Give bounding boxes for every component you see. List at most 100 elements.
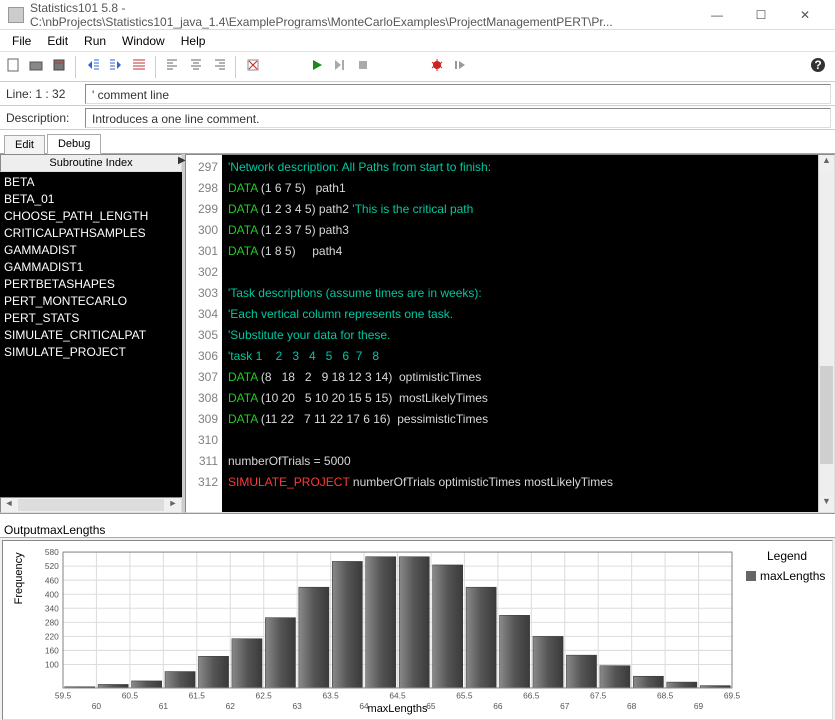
- line-number: 309: [188, 409, 218, 430]
- code-line[interactable]: [228, 262, 812, 283]
- svg-text:64.5: 64.5: [389, 690, 406, 700]
- help-icon[interactable]: ?: [809, 56, 831, 78]
- code-line[interactable]: DATA (1 6 7 5) path1: [228, 178, 812, 199]
- code-line[interactable]: DATA (1 2 3 7 5) path3: [228, 220, 812, 241]
- workarea: Subroutine Index BETABETA_01CHOOSE_PATH_…: [0, 154, 835, 514]
- code-line[interactable]: DATA (1 8 5) path4: [228, 241, 812, 262]
- line-number: 307: [188, 367, 218, 388]
- scroll-thumb-h[interactable]: [18, 499, 164, 511]
- delete-icon[interactable]: [244, 56, 266, 78]
- new-file-icon[interactable]: [4, 56, 26, 78]
- debug-icon[interactable]: [428, 56, 450, 78]
- code-editor[interactable]: 'Network description: All Paths from sta…: [222, 155, 818, 512]
- minimize-button[interactable]: —: [695, 1, 739, 29]
- run-step-icon[interactable]: [331, 56, 353, 78]
- svg-text:220: 220: [45, 632, 59, 642]
- subroutine-item[interactable]: GAMMADIST: [4, 242, 178, 259]
- legend-item: maxLengths: [746, 569, 828, 583]
- svg-text:65: 65: [426, 701, 436, 711]
- code-line[interactable]: 'Network description: All Paths from sta…: [228, 157, 812, 178]
- editor-wrap: ▶ 29729829930030130230330430530630730830…: [185, 154, 835, 513]
- stop-icon[interactable]: [354, 56, 376, 78]
- subroutine-item[interactable]: SIMULATE_PROJECT: [4, 344, 178, 361]
- subroutine-list[interactable]: BETABETA_01CHOOSE_PATH_LENGTHCRITICALPAT…: [0, 172, 182, 497]
- format-icon[interactable]: [130, 56, 152, 78]
- scroll-up-icon[interactable]: ▲: [819, 155, 834, 171]
- line-number: 300: [188, 220, 218, 241]
- code-line[interactable]: 'Each vertical column represents one tas…: [228, 304, 812, 325]
- tab-output[interactable]: Output: [4, 523, 40, 537]
- svg-text:67.5: 67.5: [590, 690, 607, 700]
- line-number: 299: [188, 199, 218, 220]
- subroutine-item[interactable]: BETA_01: [4, 191, 178, 208]
- line-info-label: Line: 1 : 32: [0, 87, 85, 101]
- step-over-icon[interactable]: [451, 56, 473, 78]
- code-line[interactable]: DATA (10 20 5 10 20 15 5 15) mostLikelyT…: [228, 388, 812, 409]
- indent-left-icon[interactable]: [84, 56, 106, 78]
- subroutine-item[interactable]: SIMULATE_CRITICALPAT: [4, 327, 178, 344]
- close-button[interactable]: ✕: [783, 1, 827, 29]
- subroutine-item[interactable]: CHOOSE_PATH_LENGTH: [4, 208, 178, 225]
- code-line[interactable]: [228, 430, 812, 451]
- save-icon[interactable]: [50, 56, 72, 78]
- align-center-icon[interactable]: [187, 56, 209, 78]
- scroll-right-icon[interactable]: ►: [165, 498, 181, 512]
- menu-run[interactable]: Run: [76, 32, 114, 50]
- open-file-icon[interactable]: [27, 56, 49, 78]
- svg-text:66.5: 66.5: [523, 690, 540, 700]
- svg-text:68: 68: [627, 701, 637, 711]
- svg-text:160: 160: [45, 646, 59, 656]
- description-row: Description: Introduces a one line comme…: [0, 106, 835, 130]
- code-line[interactable]: DATA (8 18 2 9 18 12 3 14) optimisticTim…: [228, 367, 812, 388]
- align-left-icon[interactable]: [164, 56, 186, 78]
- svg-text:69.5: 69.5: [724, 690, 741, 700]
- subroutine-item[interactable]: GAMMADIST1: [4, 259, 178, 276]
- y-axis-label: Frequency: [13, 552, 25, 604]
- maximize-button[interactable]: ☐: [739, 1, 783, 29]
- menu-window[interactable]: Window: [114, 32, 173, 50]
- svg-text:66: 66: [493, 701, 503, 711]
- align-right-icon[interactable]: [210, 56, 232, 78]
- toolbar: ?: [0, 52, 835, 82]
- scroll-thumb-v[interactable]: [820, 366, 833, 464]
- code-line[interactable]: 'task 1 2 3 4 5 6 7 8: [228, 346, 812, 367]
- subroutine-item[interactable]: CRITICALPATHSAMPLES: [4, 225, 178, 242]
- menu-file[interactable]: File: [4, 32, 39, 50]
- subroutine-item[interactable]: PERT_STATS: [4, 310, 178, 327]
- titlebar: Statistics101 5.8 - C:\nbProjects\Statis…: [0, 0, 835, 30]
- scroll-left-icon[interactable]: ◄: [1, 498, 17, 512]
- code-line[interactable]: 'Substitute your data for these.: [228, 325, 812, 346]
- menu-edit[interactable]: Edit: [39, 32, 76, 50]
- line-number: 303: [188, 283, 218, 304]
- splitter-handle-icon[interactable]: ▶: [178, 155, 186, 166]
- scroll-down-icon[interactable]: ▼: [819, 496, 834, 512]
- run-icon[interactable]: [308, 56, 330, 78]
- subroutine-item[interactable]: PERTBETASHAPES: [4, 276, 178, 293]
- tab-debug[interactable]: Debug: [47, 134, 101, 154]
- line-number: 306: [188, 346, 218, 367]
- code-line[interactable]: DATA (1 2 3 4 5) path2 'This is the crit…: [228, 199, 812, 220]
- subroutine-item[interactable]: BETA: [4, 174, 178, 191]
- tab-edit[interactable]: Edit: [4, 135, 45, 154]
- code-line[interactable]: 'Task descriptions (assume times are in …: [228, 283, 812, 304]
- code-line[interactable]: numberOfTrials = 5000: [228, 451, 812, 472]
- indent-right-icon[interactable]: [107, 56, 129, 78]
- menu-help[interactable]: Help: [173, 32, 214, 50]
- line-number: 312: [188, 472, 218, 493]
- subroutine-header: Subroutine Index: [0, 154, 182, 172]
- editor-scrollbar-v[interactable]: ▲ ▼: [818, 155, 834, 512]
- code-line[interactable]: DATA (11 22 7 11 22 17 6 16) pessimistic…: [228, 409, 812, 430]
- svg-text:68.5: 68.5: [657, 690, 674, 700]
- subroutine-item[interactable]: PERT_MONTECARLO: [4, 293, 178, 310]
- tab-maxlengths[interactable]: maxLengths: [40, 523, 105, 537]
- svg-text:69: 69: [694, 701, 704, 711]
- side-scrollbar-h[interactable]: ◄ ►: [0, 497, 182, 513]
- line-number: 310: [188, 430, 218, 451]
- svg-text:580: 580: [45, 547, 59, 557]
- line-number: 305: [188, 325, 218, 346]
- svg-text:60: 60: [92, 701, 102, 711]
- subroutine-panel: Subroutine Index BETABETA_01CHOOSE_PATH_…: [0, 154, 185, 513]
- code-line[interactable]: SIMULATE_PROJECT numberOfTrials optimist…: [228, 472, 812, 493]
- svg-text:280: 280: [45, 617, 59, 627]
- svg-text:400: 400: [45, 589, 59, 599]
